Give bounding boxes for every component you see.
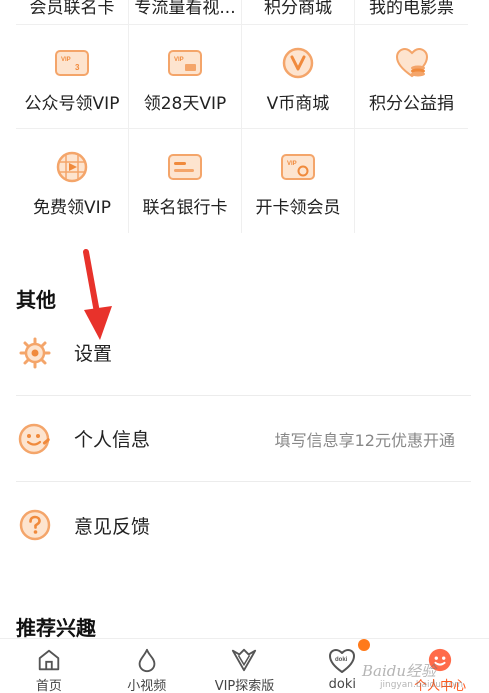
svg-text:VIP: VIP	[287, 161, 297, 167]
watermark-subtext: jingyan.baidu.com	[380, 680, 464, 690]
personal-info-row[interactable]: 个人信息 填写信息享12元优惠开通	[16, 396, 471, 482]
bank-card-icon	[167, 149, 203, 185]
grid-item-movie-tickets[interactable]: 我的电影票	[355, 0, 468, 25]
smiley-icon	[16, 420, 54, 458]
grid-item-data-plan[interactable]: 专流量看视...	[129, 0, 242, 25]
feedback-label: 意见反馈	[74, 515, 151, 538]
home-icon	[38, 649, 60, 671]
annotation-arrow-icon	[83, 249, 112, 340]
grid-item-open-card-vip[interactable]: VIP 开卡领会员	[242, 129, 355, 233]
grid-item-28day-vip[interactable]: VIP 领28天VIP	[129, 25, 242, 129]
doki-heart-icon: doki	[329, 649, 356, 673]
tab-label: doki	[328, 677, 356, 692]
flame-icon	[138, 648, 156, 673]
grid-item-label: 我的电影票	[369, 0, 454, 18]
grid-item-cobrand-bank-card[interactable]: 联名银行卡	[129, 129, 242, 233]
feature-grid: 会员联名卡 专流量看视... 积分商城 我的电影票 VIP 3 公众号领VIP	[16, 0, 468, 233]
watermark-text: Baidu经验	[362, 662, 437, 680]
grid-item-membership-card[interactable]: 会员联名卡	[16, 0, 129, 25]
play-grid-icon	[54, 149, 90, 185]
personal-info-label: 个人信息	[74, 429, 151, 451]
svg-text:VIP: VIP	[61, 57, 71, 63]
tab-label: 小视频	[127, 679, 167, 693]
doki-icon-text: doki	[335, 657, 348, 663]
section-title-other: 其他	[16, 288, 56, 312]
grid-item-label: V币商城	[266, 94, 330, 114]
grid-item-label: 积分公益捐	[369, 94, 454, 114]
v-coin-icon	[280, 45, 316, 81]
svg-text:VIP: VIP	[174, 57, 184, 63]
grid-item-label: 会员联名卡	[29, 0, 115, 18]
doki-notification-badge	[358, 639, 371, 651]
grid-item-points-charity[interactable]: 积分公益捐	[355, 25, 468, 129]
grid-item-points-mall[interactable]: 积分商城	[242, 0, 355, 25]
section-title-recommend: 推荐兴趣	[16, 616, 96, 640]
grid-item-wechat-vip[interactable]: VIP 3 公众号领VIP	[16, 25, 129, 129]
grid-item-label: 公众号领VIP	[24, 94, 120, 114]
question-icon	[16, 506, 54, 544]
grid-item-label: 专流量看视...	[134, 0, 236, 18]
grid-item-label: 联名银行卡	[142, 198, 228, 218]
gear-icon	[16, 334, 54, 372]
grid-item-free-vip[interactable]: 免费领VIP	[16, 129, 129, 233]
grid-item-empty	[355, 129, 468, 233]
grid-item-label: 开卡领会员	[255, 198, 341, 218]
svg-text:3: 3	[75, 63, 80, 72]
tab-short-video[interactable]: 小视频	[98, 639, 196, 693]
personal-center-page: 会员联名卡 专流量看视... 积分商城 我的电影票 VIP 3 公众号领VIP	[0, 0, 489, 693]
vip-crown-icon	[232, 648, 257, 672]
tab-vip-explore[interactable]: VIP探索版	[196, 639, 294, 693]
tab-label: VIP探索版	[214, 679, 275, 693]
grid-item-label: 免费领VIP	[33, 198, 111, 218]
vip-telecom-card-icon: VIP	[280, 149, 316, 185]
feedback-row[interactable]: 意见反馈	[16, 482, 471, 568]
vip-month-card-icon: VIP	[167, 45, 203, 81]
grid-item-vcoin-mall[interactable]: V币商城	[242, 25, 355, 129]
tab-home[interactable]: 首页	[0, 639, 98, 693]
vip-card-icon: VIP 3	[54, 45, 90, 81]
tab-label: 首页	[35, 679, 62, 693]
grid-item-label: 领28天VIP	[143, 94, 227, 114]
heart-coins-icon	[394, 45, 430, 81]
grid-item-label: 积分商城	[264, 0, 332, 18]
personal-info-hint: 填写信息享12元优惠开通	[274, 430, 455, 450]
